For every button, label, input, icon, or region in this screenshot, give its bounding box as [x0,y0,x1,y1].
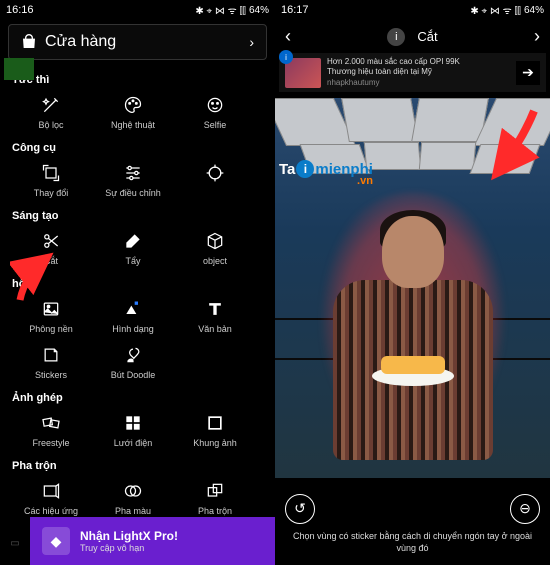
info-icon[interactable]: i [387,28,405,46]
tool-eraser[interactable]: Tẩy [92,226,174,270]
status-icons: ✱ ⌖ ⋈ ᯤ ⫿⫿ 64% [470,3,544,17]
photo-canvas[interactable]: Taimienphi .vn [275,98,550,478]
photo-preview-edge [4,58,34,80]
tool-doodle[interactable]: Bút Doodle [92,340,174,384]
food [381,356,445,374]
section-creative: Sáng tạo [12,210,265,222]
hint-text: Chọn vùng có sticker bằng cách di chuyển… [285,530,540,555]
tool-text[interactable]: Văn bản [174,294,256,338]
tool-freestyle[interactable]: Freestyle [10,408,92,452]
tool-art[interactable]: Nghệ thuật [92,90,174,134]
tool-blend-color[interactable]: Pha màu [92,476,174,520]
tool-focus[interactable] [174,158,256,202]
tool-effects[interactable]: Các hiệu ứng [10,476,92,520]
shop-label: Cửa hàng [45,33,116,51]
selected-person[interactable] [313,198,513,468]
tool-stickers[interactable]: Stickers [10,340,92,384]
undo-button[interactable]: ↺ [285,494,315,524]
blend-icon [122,480,144,502]
brush-icon [122,344,144,366]
ad-text: Hơn 2.000 màu sắc cao cấp OPI 99K Thương… [327,57,510,88]
screen-title: Cắt [417,29,437,44]
red-arrow-annotation [10,245,70,305]
bag-icon [21,34,37,50]
transform-icon [40,162,62,184]
layers-button[interactable]: ▭ [0,521,30,565]
person-head [382,216,444,288]
status-icons: ✱ ⌖ ⋈ ᯤ ⫿⫿ 64% [195,3,269,17]
tool-selfie[interactable]: Selfie [174,90,256,134]
effects-icon [40,480,62,502]
target-icon [204,162,226,184]
chevron-right-icon: › [249,34,254,50]
section-collage: Ảnh ghép [12,392,265,404]
ad-arrow-icon[interactable]: ➔ [516,61,540,85]
forward-button[interactable]: › [534,26,540,47]
watermark: Taimienphi .vn [279,160,373,187]
tool-frame[interactable]: Khung ảnh [174,408,256,452]
top-bar: ‹ i Cắt › [275,20,550,53]
bottom-controls: ↺ ⊖ Chọn vùng có sticker bằng cách di ch… [275,486,550,565]
tool-filter[interactable]: Bộ lọc [10,90,92,134]
tool-transform[interactable]: Thay đổi [10,158,92,202]
palette-icon [122,94,144,116]
tool-adjust[interactable]: Sự điều chỉnh [92,158,174,202]
grid-icon [122,412,144,434]
ad-banner[interactable]: i Hơn 2.000 màu sắc cao cấp OPI 99K Thươ… [279,53,546,92]
eraser-icon [122,230,144,252]
cube-icon [204,230,226,252]
status-bar: 16:16 ✱ ⌖ ⋈ ᯤ ⫿⫿ 64% [0,0,275,20]
screen-left-tools: 16:16 ✱ ⌖ ⋈ ᯤ ⫿⫿ 64% Cửa hàng › Tức thì … [0,0,275,565]
section-instant: Tức thì [12,74,265,86]
frame-icon [204,412,226,434]
shapes-icon [122,298,144,320]
red-arrow-annotation [474,106,544,186]
section-blend: Pha trộn [12,460,265,472]
tool-grid[interactable]: Lưới điện [92,408,174,452]
text-icon [204,298,226,320]
status-time: 16:17 [281,4,309,16]
shop-button[interactable]: Cửa hàng › [8,24,267,60]
ad-info-icon: i [279,50,293,64]
sliders-icon [122,162,144,184]
tool-shapes[interactable]: Hình dạng [92,294,174,338]
status-bar: 16:17 ✱ ⌖ ⋈ ᯤ ⫿⫿ 64% [275,0,550,20]
sticker-icon [40,344,62,366]
status-time: 16:16 [6,4,34,16]
back-button[interactable]: ‹ [285,26,291,47]
pro-title: Nhận LightX Pro! [80,529,178,543]
diamond-icon: ◆ [42,527,70,555]
tool-merge[interactable]: Pha trộn [174,476,256,520]
tool-object[interactable]: object [174,226,256,270]
mode-toggle-button[interactable]: ⊖ [510,494,540,524]
section-tools: Công cụ [12,142,265,154]
merge-icon [204,480,226,502]
face-icon [204,94,226,116]
wand-icon [40,94,62,116]
pro-subtitle: Truy cập vô hạn [80,543,178,553]
screen-right-cutout: 16:17 ✱ ⌖ ⋈ ᯤ ⫿⫿ 64% ‹ i Cắt › i Hơn 2.0… [275,0,550,565]
freestyle-icon [40,412,62,434]
pro-banner[interactable]: ◆ Nhận LightX Pro! Truy cập vô hạn [30,517,275,565]
